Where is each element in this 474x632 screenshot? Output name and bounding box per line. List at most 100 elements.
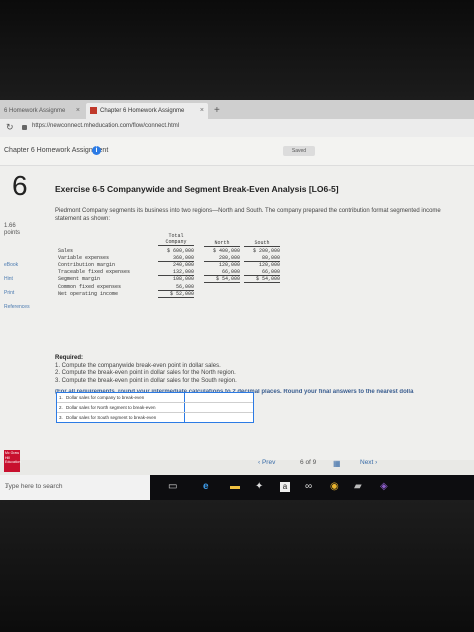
cell: 80,000 [244, 255, 280, 262]
cell: $ 54,000 [204, 276, 240, 283]
page-current: 6 [300, 459, 304, 466]
points-value: 1.66 [4, 223, 16, 229]
ebook-link[interactable]: eBook [4, 262, 18, 268]
cell: $ 600,000 [166, 248, 194, 254]
dropbox-icon[interactable]: ✦ [255, 482, 263, 492]
cell: 120,000 [258, 262, 280, 268]
edge-icon[interactable]: e [203, 482, 209, 492]
statement-row-sales: Sales $ 600,000 $ 400,000 $ 200,000 [58, 248, 288, 255]
row-label: Net operating income [58, 291, 119, 297]
cell: 120,000 [218, 262, 240, 268]
cell: 56,000 [158, 284, 194, 291]
new-tab-icon[interactable]: + [214, 103, 220, 119]
row-label: Traceable fixed expenses [58, 269, 131, 275]
column-header-south: South [244, 240, 280, 247]
monitor-bezel-bottom [0, 500, 474, 632]
microphone-icon[interactable]: ♪ [5, 483, 8, 490]
question-title: Exercise 6-5 Companywide and Segment Bre… [55, 184, 339, 194]
page-total: 9 [312, 459, 317, 466]
statement-row-segment-margin: Segment margin 108,000 $ 54,000 $ 54,000 [58, 276, 288, 283]
statement-row-traceable-fixed: Traceable fixed expenses 132,000 66,000 … [58, 269, 288, 276]
cell: $ 52,000 [158, 291, 194, 298]
south-break-even-input[interactable] [184, 413, 253, 422]
task-view-icon[interactable]: ▭ [168, 482, 177, 492]
cell: 240,000 [172, 262, 194, 268]
favicon-icon [90, 106, 97, 114]
answer-row: 1. Dollar sales for company to break-eve… [57, 393, 253, 403]
cell: 66,000 [244, 269, 280, 276]
answer-label: Dollar sales for South segment to break-… [66, 415, 157, 420]
required-heading: Required: [55, 355, 84, 361]
answer-row: 2. Dollar sales for North segment to bre… [57, 403, 253, 413]
row-label: Sales [58, 248, 74, 254]
row-label: Variable expenses [58, 255, 110, 261]
search-placeholder: Type here to search [5, 483, 63, 490]
print-link[interactable]: Print [4, 290, 14, 296]
next-button[interactable]: Next › [360, 459, 377, 466]
saved-button[interactable]: Saved [283, 146, 315, 156]
browser-tab-2[interactable]: Chapter 6 Homework Assignme × [86, 103, 208, 119]
cell: 66,000 [204, 269, 240, 276]
mcgraw-hill-logo: Mc Graw Hill Education [4, 450, 21, 472]
page-of: of [305, 459, 311, 466]
media-app-icon[interactable]: ▰ [354, 482, 362, 492]
answer-label: Dollar sales for company to break-even [66, 395, 145, 400]
grid-icon[interactable]: ▦ [333, 459, 341, 468]
amazon-icon[interactable]: a [280, 482, 290, 492]
windows-taskbar: Type here to search ♪ ▭ e ▬ ✦ a ∞ ◉ ▰ ◈ [0, 475, 474, 500]
points-info: 1.66 points [4, 223, 20, 237]
cell: 280,000 [204, 255, 240, 262]
points-label: points [4, 230, 21, 236]
cell: 360,000 [158, 255, 194, 262]
monitor-bezel-top [0, 0, 474, 100]
statement-row-variable-expenses: Variable expenses 360,000 280,000 80,000 [58, 255, 288, 262]
statement-row-contribution-margin: Contribution margin 240,000 120,000 120,… [58, 262, 288, 269]
close-icon[interactable]: × [76, 103, 80, 119]
statement-row-common-fixed: Common fixed expenses 56,000 [58, 284, 288, 291]
question-panel: 6 1.66 points eBook Hint Print Reference… [0, 166, 474, 460]
hint-link[interactable]: Hint [4, 276, 13, 282]
tab-label: 6 Homework Assignme [4, 108, 66, 114]
tab-label: Chapter 6 Homework Assignme [100, 108, 185, 114]
reload-icon[interactable]: ↻ [6, 122, 14, 133]
prev-button[interactable]: ‹ Prev [258, 459, 275, 466]
north-break-even-input[interactable] [184, 403, 253, 412]
address-bar: ↻ https://newconnect.mheducation.com/flo… [0, 119, 474, 138]
page-indicator[interactable]: 6 of 9 [300, 459, 316, 466]
screen: 6 Homework Assignme × Chapter 6 Homework… [0, 100, 474, 500]
row-label: Contribution margin [58, 262, 116, 268]
cell: 108,000 [172, 276, 194, 282]
infinity-app-icon[interactable]: ∞ [305, 482, 312, 492]
answer-number: 1. [59, 395, 63, 400]
cell: $ 200,000 [252, 248, 280, 254]
requirement-1: 1. Compute the companywide break-even po… [55, 362, 221, 369]
browser-tab-bar: 6 Homework Assignme × Chapter 6 Homework… [0, 100, 474, 119]
requirement-2: 2. Compute the break-even point in dolla… [55, 370, 236, 376]
chrome-icon[interactable]: ◉ [330, 482, 339, 492]
column-header-north: North [204, 240, 240, 247]
column-header-total: Total Company [158, 233, 194, 246]
visual-studio-icon[interactable]: ◈ [380, 482, 388, 492]
statement-row-net-operating-income: Net operating income $ 52,000 [58, 291, 288, 298]
requirements-block: Required: 1. Compute the companywide bre… [55, 355, 465, 397]
answer-number: 3. [59, 415, 63, 420]
url-field[interactable]: https://newconnect.mheducation.com/flow/… [32, 123, 179, 129]
answer-number: 2. [59, 405, 63, 410]
question-number: 6 [12, 170, 28, 201]
row-label: Segment margin [58, 276, 101, 282]
row-label: Common fixed expenses [58, 284, 122, 290]
cell: 132,000 [158, 269, 194, 276]
assignment-header: Chapter 6 Homework Assignment i Saved [0, 137, 474, 166]
taskbar-search[interactable]: Type here to search ♪ [0, 475, 150, 500]
answer-row: 3. Dollar sales for South segment to bre… [57, 413, 253, 422]
browser-tab-1[interactable]: 6 Homework Assignme × [0, 103, 84, 119]
answer-table: 1. Dollar sales for company to break-eve… [56, 392, 254, 423]
info-icon[interactable]: i [92, 146, 101, 155]
close-icon[interactable]: × [200, 103, 204, 119]
file-explorer-icon[interactable]: ▬ [230, 482, 240, 492]
references-link[interactable]: References [4, 304, 30, 310]
company-break-even-input[interactable] [184, 393, 253, 402]
cell: $ 54,000 [244, 276, 280, 283]
lock-icon [22, 125, 27, 130]
question-intro: Piedmont Company segments its business i… [55, 208, 441, 222]
